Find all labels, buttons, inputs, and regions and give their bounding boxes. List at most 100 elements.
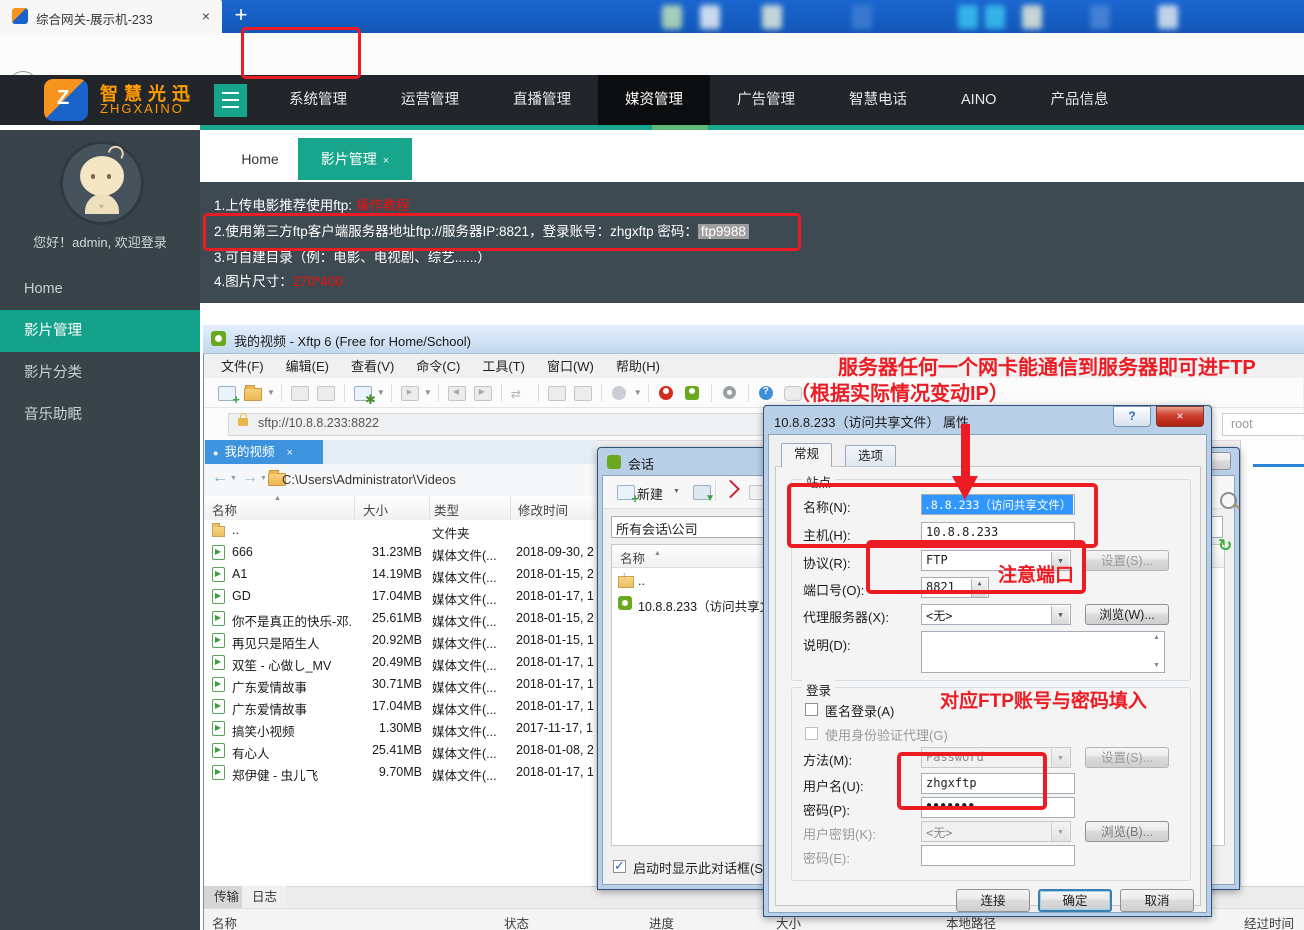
tcol-elapsed[interactable]: 经过时间 [1244, 913, 1294, 930]
menu-item[interactable]: 命令(C) [405, 353, 471, 378]
menu-item[interactable]: 窗口(W) [536, 353, 605, 378]
nav-item[interactable]: 系统管理 [262, 75, 374, 125]
settings-button: 设置(S)... [1085, 550, 1169, 571]
ok-button[interactable]: 确定 [1038, 889, 1112, 912]
browse-b-button[interactable]: 浏览(B)... [1085, 821, 1169, 842]
tab-home[interactable]: Home [222, 138, 298, 180]
sidebar-item[interactable]: Home [0, 268, 200, 310]
session-dialog-title: 会话 [628, 457, 655, 472]
cut-icon[interactable] [726, 479, 746, 501]
file-date: 2018-01-17, 1 [516, 655, 594, 669]
file-name: 双笙 - 心做し_MV [232, 659, 332, 673]
desc-textarea[interactable] [921, 631, 1165, 673]
back-caret-icon[interactable]: ▼ [230, 475, 237, 482]
close-icon[interactable]: × [1156, 406, 1204, 427]
file-type: 媒体文件(... [432, 747, 497, 761]
file-row[interactable]: 双笙 - 心做し_MV 20.49MB 媒体文件(... 2018-01-17,… [204, 652, 596, 674]
forward-caret-icon[interactable]: ▼ [260, 475, 267, 482]
red-arrow [961, 424, 970, 476]
help-icon[interactable]: ? [1113, 406, 1151, 427]
cancel-button[interactable]: 取消 [1120, 889, 1194, 912]
file-row[interactable]: 郑伊健 - 虫儿飞 9.70MB 媒体文件(... 2018-01-17, 1 [204, 762, 596, 784]
menu-item[interactable]: 帮助(H) [605, 353, 671, 378]
nav-item[interactable]: AINO [934, 75, 1023, 125]
anonymous-checkbox[interactable] [805, 703, 818, 716]
file-row[interactable]: GD 17.04MB 媒体文件(... 2018-01-17, 1 [204, 586, 596, 608]
local-tab[interactable]: ● 我的视频 × [205, 440, 323, 464]
save-icon[interactable]: ▼ [692, 483, 715, 504]
nav-item[interactable]: 产品信息 [1023, 75, 1135, 125]
file-row[interactable]: 你不是真正的快乐-邓... 25.61MB 媒体文件(... 2018-01-1… [204, 608, 596, 630]
session-settings-icon[interactable]: ✱ [353, 384, 376, 406]
file-type: 媒体文件(... [432, 637, 497, 651]
menu-item-label: 查看(V) [350, 359, 395, 374]
xftp-icon[interactable] [683, 384, 703, 402]
nav-item[interactable]: 直播管理 [486, 75, 598, 125]
nav-item[interactable]: 广告管理 [710, 75, 822, 125]
col-size[interactable]: 大小 [324, 500, 388, 519]
scroll-up-icon[interactable]: ▲ [1153, 634, 1160, 641]
new-session-icon[interactable]: + [616, 483, 639, 505]
col-type[interactable]: 类型 [434, 500, 459, 519]
tab-close-icon[interactable]: × [198, 8, 214, 24]
menu-item[interactable]: 文件(F) [210, 353, 275, 378]
settings-caret-icon[interactable]: ▼ [377, 388, 385, 397]
tab-general[interactable]: 常规 [781, 443, 833, 467]
file-row[interactable]: 有心人 25.41MB 媒体文件(... 2018-01-08, 2 [204, 740, 596, 762]
sidebar-item[interactable]: 音乐助眠 [0, 394, 200, 436]
file-row[interactable]: A1 14.19MB 媒体文件(... 2018-01-15, 2 [204, 564, 596, 586]
file-row[interactable]: 再见只是陌生人 20.92MB 媒体文件(... 2018-01-15, 1 [204, 630, 596, 652]
password2-field [921, 845, 1075, 866]
new-session-icon[interactable]: + [217, 384, 240, 406]
new-session-button[interactable]: 新建 [637, 484, 663, 503]
search-icon[interactable] [1220, 492, 1237, 509]
sidebar-item[interactable]: 影片分类 [0, 352, 200, 394]
tab-log[interactable]: 日志 [242, 886, 288, 908]
browser-tab[interactable]: 综合网关-展示机-233 × [0, 0, 222, 33]
file-row[interactable]: 广东爱情故事 17.04MB 媒体文件(... 2018-01-17, 1 [204, 696, 596, 718]
file-row[interactable]: 666 31.23MB 媒体文件(... 2018-09-30, 2 [204, 542, 596, 564]
tcol-status[interactable]: 状态 [504, 913, 529, 930]
nav-item[interactable]: 媒资管理 [598, 75, 710, 125]
menu-item-label: 命令(C) [416, 359, 461, 374]
local-path[interactable]: C:\Users\Administrator\Videos [282, 472, 456, 487]
tab-film-management[interactable]: 影片管理 × [298, 138, 412, 180]
menu-item[interactable]: 编辑(E) [275, 353, 340, 378]
menu-item[interactable]: 工具(T) [471, 353, 536, 378]
forward-icon[interactable]: → [242, 469, 258, 487]
nav-item[interactable]: 运营管理 [374, 75, 486, 125]
gear-icon[interactable] [720, 384, 740, 402]
refresh-icon[interactable]: ↻ [1218, 536, 1232, 556]
new-tab-button[interactable]: + [228, 2, 254, 28]
sidebar-item[interactable]: 影片管理 [0, 310, 200, 352]
open-folder-icon[interactable] [243, 384, 263, 402]
nav-item[interactable]: 智慧电话 [822, 75, 934, 125]
file-row[interactable]: 广东爱情故事 30.71MB 媒体文件(... 2018-01-17, 1 [204, 674, 596, 696]
back-icon[interactable]: ← [212, 469, 228, 487]
col-name[interactable]: 名称 [212, 500, 237, 519]
menu-item[interactable]: 查看(V) [340, 353, 405, 378]
show-at-startup-checkbox[interactable] [613, 858, 626, 874]
col-mtime[interactable]: 修改时间 [518, 500, 568, 519]
file-name: 广东爱情故事 [232, 703, 308, 717]
menu-toggle-icon[interactable] [214, 84, 247, 117]
file-row[interactable]: .. 文件夹 [204, 520, 596, 542]
xshell-icon[interactable] [657, 384, 677, 402]
tab-close-icon[interactable]: × [383, 155, 389, 167]
tutorial-link[interactable]: 操作教程 [356, 198, 410, 213]
remote-user-field[interactable]: root [1222, 413, 1304, 436]
tcol-name[interactable]: 名称 [212, 913, 237, 930]
browse-w-button[interactable]: 浏览(W)... [1085, 604, 1169, 625]
show-at-startup-label: 启动时显示此对话框(S) [633, 861, 768, 876]
tab-options[interactable]: 选项 [845, 445, 897, 467]
connect-button[interactable]: 连接 [956, 889, 1030, 912]
scroll-down-icon[interactable]: ▼ [1153, 662, 1160, 669]
tcol-progress[interactable]: 进度 [649, 913, 674, 930]
help-icon[interactable]: ? [757, 384, 777, 402]
file-row[interactable]: 搞笑小视频 1.30MB 媒体文件(... 2017-11-17, 1 [204, 718, 596, 740]
file-name: 郑伊健 - 虫儿飞 [232, 769, 319, 783]
local-tab-close-icon[interactable]: × [286, 447, 292, 459]
new-caret-icon[interactable]: ▼ [673, 488, 680, 495]
proxy-select[interactable]: <无> ▼ [921, 604, 1071, 625]
open-caret-icon[interactable]: ▼ [267, 388, 275, 397]
